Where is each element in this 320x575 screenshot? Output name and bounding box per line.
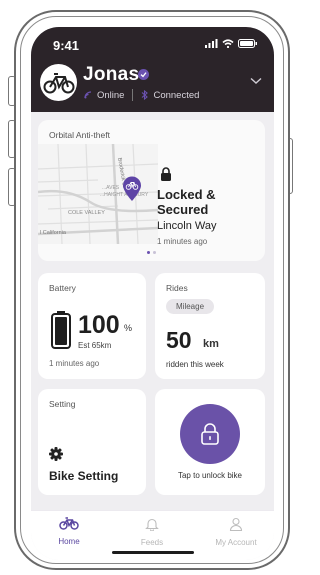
rides-title: Rides	[166, 283, 188, 293]
user-icon	[229, 517, 243, 532]
nav-feeds-label: Feeds	[140, 538, 164, 547]
chevron-down-icon[interactable]	[250, 77, 262, 85]
bell-icon	[145, 518, 159, 532]
home-indicator	[112, 551, 194, 554]
battery-level-icon	[51, 311, 71, 349]
nav-account[interactable]: My Account	[201, 517, 271, 547]
lock-status: Locked & Secured	[157, 187, 216, 217]
nav-home[interactable]: Home	[34, 517, 104, 546]
nav-home-label: Home	[58, 537, 80, 546]
nav-account-label: My Account	[215, 538, 257, 547]
map-area-label: l California	[40, 230, 67, 236]
mileage-pill[interactable]: Mileage	[166, 299, 215, 314]
unlock-button[interactable]	[180, 404, 240, 464]
rides-unit: km	[203, 338, 219, 350]
unlock-card[interactable]: Tap to unlock bike	[155, 389, 265, 495]
nav-feeds[interactable]: Feeds	[117, 517, 187, 547]
status-icons	[205, 39, 258, 48]
bike-icon	[59, 517, 79, 530]
app-screen: 9:41 Jonas Online Connected Orbital Anti…	[31, 27, 274, 560]
rides-card[interactable]: Rides Mileage 50 km ridden this week	[155, 273, 265, 379]
battery-icon	[238, 39, 257, 48]
map-area-label: ...AVES	[102, 185, 120, 191]
anti-theft-title: Orbital Anti-theft	[49, 130, 110, 140]
map-pin-icon	[123, 176, 141, 201]
bike-setting-label: Bike Setting	[49, 469, 119, 483]
connected-label: Connected	[153, 89, 200, 101]
anti-theft-card[interactable]: Orbital Anti-theft Broderick St ...AVES …	[38, 120, 265, 261]
signal-bars-icon	[84, 91, 92, 99]
battery-value: 100	[78, 311, 120, 339]
unlock-icon	[201, 423, 219, 445]
lock-location: Lincoln Way	[157, 220, 217, 232]
divider	[132, 89, 134, 101]
lock-timestamp: 1 minutes ago	[157, 237, 208, 246]
wifi-icon	[222, 39, 234, 48]
user-name: Jonas	[83, 64, 140, 85]
carousel-dots[interactable]	[147, 251, 156, 254]
profile-header: 9:41 Jonas Online Connected	[31, 27, 274, 112]
lock-icon	[161, 167, 171, 181]
battery-title: Battery	[49, 283, 76, 293]
unlock-label: Tap to unlock bike	[177, 471, 243, 480]
rides-subtitle: ridden this week	[166, 360, 224, 369]
verified-icon	[138, 69, 149, 80]
online-label: Online	[97, 89, 125, 101]
bluetooth-icon	[142, 90, 149, 100]
map-area-label: COLE VALLEY	[68, 210, 105, 216]
battery-card[interactable]: Battery 100 % Est 65km 1 minutes ago	[38, 273, 146, 379]
bike-icon	[43, 72, 74, 93]
avatar[interactable]	[40, 64, 77, 101]
battery-unit: %	[124, 323, 133, 333]
battery-timestamp: 1 minutes ago	[49, 359, 100, 368]
signal-icon	[205, 39, 218, 48]
gear-icon	[49, 447, 63, 461]
setting-card[interactable]: Setting Bike Setting	[38, 389, 146, 495]
connection-status: Online Connected	[84, 89, 199, 101]
status-time: 9:41	[53, 38, 80, 53]
battery-estimate: Est 65km	[78, 341, 112, 350]
rides-value: 50	[166, 327, 192, 353]
setting-title: Setting	[49, 399, 76, 409]
